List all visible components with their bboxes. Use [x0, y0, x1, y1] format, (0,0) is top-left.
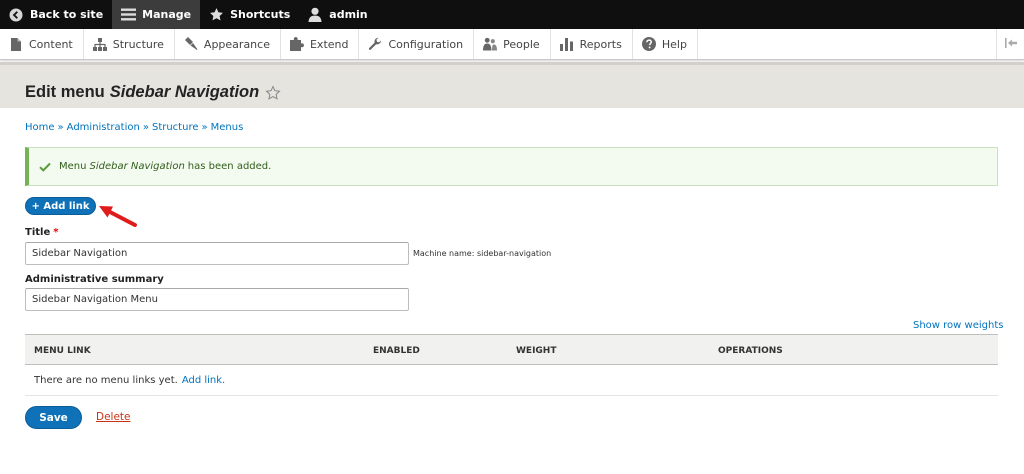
collapse-left-icon	[1004, 37, 1017, 51]
add-shortcut-star-icon[interactable]	[265, 84, 281, 101]
tray-label-appearance: Appearance	[203, 37, 270, 51]
tray-item-help[interactable]: Help	[633, 29, 698, 59]
save-button[interactable]: Save	[25, 406, 82, 429]
breadcrumb-home[interactable]: Home	[25, 122, 55, 133]
page-header: Edit menu Sidebar Navigation	[0, 62, 1024, 108]
title-label: Title *	[25, 227, 58, 238]
empty-table-text: There are no menu links yet.	[34, 374, 178, 386]
hamburger-icon	[120, 7, 136, 23]
column-header-menu-link: MENU LINK	[34, 346, 91, 356]
add-link-inline-link[interactable]: Add link.	[182, 375, 225, 386]
status-message: Menu Sidebar Navigation has been added.	[25, 147, 998, 186]
status-prefix: Menu	[59, 161, 87, 172]
table-empty-row: There are no menu links yet. Add link.	[25, 365, 998, 396]
page-title-prefix: Edit menu	[25, 83, 105, 101]
tray-item-structure[interactable]: Structure	[84, 29, 175, 59]
breadcrumb-administration[interactable]: Administration	[67, 122, 140, 133]
breadcrumb-separator: »	[142, 122, 149, 133]
required-marker: *	[53, 227, 59, 238]
admin-toolbar: Back to site Manage Shortcuts admin	[0, 0, 1024, 29]
breadcrumb-separator: »	[57, 122, 64, 133]
machine-name: Machine name: sidebar-navigation	[413, 249, 552, 258]
status-suffix: has been added.	[187, 161, 272, 172]
page-title: Edit menu Sidebar Navigation	[25, 83, 281, 102]
tray-item-content[interactable]: Content	[0, 29, 84, 59]
user-label: admin	[329, 8, 368, 21]
column-header-enabled: ENABLED	[373, 346, 420, 356]
tray-item-reports[interactable]: Reports	[551, 29, 633, 59]
tray-label-structure: Structure	[112, 37, 164, 51]
back-arrow-icon	[8, 7, 24, 23]
column-header-weight: WEIGHT	[516, 346, 557, 356]
tray-item-appearance[interactable]: Appearance	[175, 29, 281, 59]
breadcrumb-menus[interactable]: Menus	[211, 122, 244, 133]
tray-label-people: People	[503, 37, 540, 51]
column-header-operations: OPERATIONS	[718, 346, 783, 356]
menu-links-table: MENU LINK ENABLED WEIGHT OPERATIONS Ther…	[25, 334, 998, 396]
title-input[interactable]	[25, 242, 409, 265]
user-tab[interactable]: admin	[299, 0, 376, 29]
puzzle-icon	[289, 37, 304, 51]
status-menu-name: Sidebar Navigation	[89, 161, 185, 172]
paintbrush-icon	[184, 37, 198, 51]
breadcrumb-separator: »	[201, 122, 208, 133]
summary-label: Administrative summary	[25, 274, 164, 285]
table-header-row: MENU LINK ENABLED WEIGHT OPERATIONS	[25, 334, 998, 365]
page-title-menu-name: Sidebar Navigation	[109, 83, 260, 101]
tray-label-help: Help	[661, 37, 687, 51]
tray-item-extend[interactable]: Extend	[281, 29, 360, 59]
tray-label-extend: Extend	[309, 37, 349, 51]
sitemap-icon	[92, 37, 107, 51]
back-to-site-label: Back to site	[30, 8, 104, 21]
help-icon	[641, 37, 656, 51]
delete-link[interactable]: Delete	[96, 411, 131, 423]
star-icon	[208, 7, 224, 23]
user-icon	[307, 7, 323, 23]
tray-label-content: Content	[29, 37, 73, 51]
tray-spacer	[698, 29, 996, 59]
file-icon	[9, 37, 23, 51]
tray-item-configuration[interactable]: Configuration	[359, 29, 475, 59]
back-to-site-link[interactable]: Back to site	[0, 0, 112, 29]
bar-chart-icon	[560, 37, 574, 51]
show-row-weights-link[interactable]: Show row weights	[913, 320, 1003, 331]
shortcuts-label: Shortcuts	[230, 8, 291, 21]
red-arrow-annotation	[99, 206, 137, 227]
shortcuts-tab[interactable]: Shortcuts	[200, 0, 299, 29]
tray-label-reports: Reports	[579, 37, 622, 51]
administrative-summary-input[interactable]	[25, 288, 409, 311]
manage-label: Manage	[142, 8, 192, 21]
tray-label-configuration: Configuration	[388, 37, 464, 51]
breadcrumb: Home » Administration » Structure » Menu…	[25, 122, 243, 133]
people-icon	[483, 37, 498, 51]
checkmark-icon	[39, 162, 51, 172]
tray-item-people[interactable]: People	[474, 29, 551, 59]
tray-orientation-toggle[interactable]	[996, 29, 1024, 59]
breadcrumb-structure[interactable]: Structure	[152, 122, 199, 133]
add-link-button[interactable]: + Add link	[25, 197, 96, 215]
wrench-icon	[368, 37, 382, 51]
admin-menu-tray: Content Structure Appearance Extend Conf…	[0, 29, 1024, 60]
manage-tab[interactable]: Manage	[112, 0, 201, 29]
title-label-text: Title	[25, 227, 51, 238]
